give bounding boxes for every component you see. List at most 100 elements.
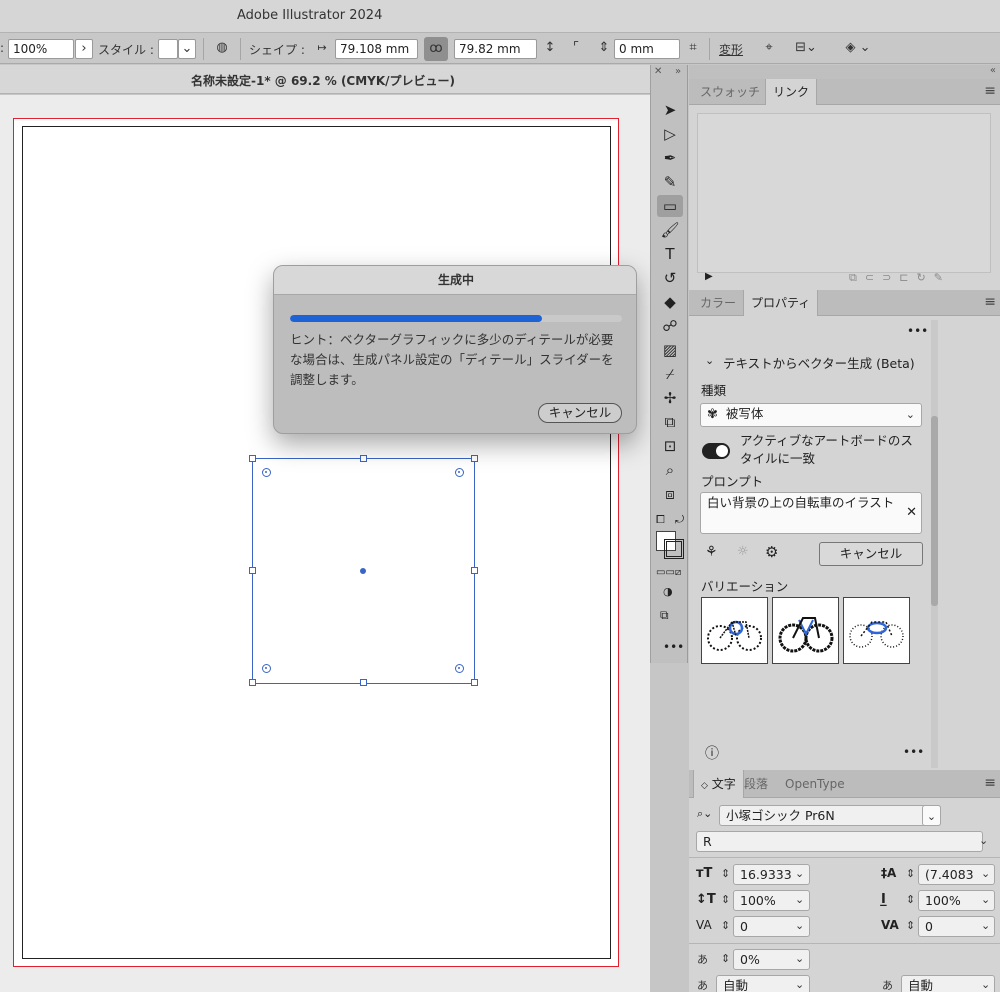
prompt-input[interactable]: 白い背景の上の自転車のイラスト ✕ <box>700 492 922 534</box>
chevron-down-icon[interactable]: ⌄ <box>795 893 804 906</box>
chevron-down-icon[interactable]: ⌄ <box>795 919 804 932</box>
resize-handle[interactable] <box>360 679 367 686</box>
stepper-icon[interactable]: ⇕ <box>721 867 730 880</box>
more-tools-icon[interactable]: ••• <box>663 640 684 654</box>
rectangle-tool-icon[interactable]: ▭ <box>657 195 683 217</box>
link-actions-icons[interactable]: ⧉⊂⊃⊏↻✎ <box>849 271 951 285</box>
eraser-tool-icon[interactable]: ◆ <box>657 291 683 313</box>
direct-selection-tool-icon[interactable]: ▷ <box>657 123 683 145</box>
tab-properties[interactable]: プロパティ <box>743 290 819 316</box>
tab-paragraph[interactable]: 段落 <box>737 770 775 798</box>
style-swatch[interactable] <box>158 39 178 59</box>
panel-menu-icon[interactable]: ≡ <box>984 294 996 310</box>
color-mode-icon[interactable]: ▭▭⧄ <box>656 567 681 578</box>
rotate-tool-icon[interactable]: ↺ <box>657 267 683 289</box>
align-icon[interactable]: ⌖ <box>759 38 779 58</box>
curvature-tool-icon[interactable]: ✎ <box>657 171 683 193</box>
width-field[interactable]: 79.108 mm <box>335 39 418 59</box>
tab-swatches[interactable]: スウォッチ <box>693 79 767 105</box>
chevron-down-icon[interactable]: ⌄ <box>795 867 804 880</box>
panel-menu-icon[interactable]: ≡ <box>984 775 996 791</box>
gradient-tool-icon[interactable]: ▨ <box>657 339 683 361</box>
scrollbar-track[interactable] <box>931 320 938 768</box>
style-picker-icon[interactable]: ⚘ <box>705 544 718 560</box>
chevron-down-icon[interactable]: ⌄ <box>981 919 990 932</box>
distribute-icon[interactable]: ⊟⌄ <box>790 38 822 58</box>
corner-widget[interactable] <box>262 468 271 477</box>
generate-cancel-button[interactable]: キャンセル <box>819 542 923 566</box>
font-style-field[interactable]: R <box>696 831 983 852</box>
eyedropper-tool-icon[interactable]: ⌿ <box>657 363 683 385</box>
zoom-field[interactable]: 100% <box>8 39 74 59</box>
chevron-down-icon[interactable]: ⌄ <box>981 893 990 906</box>
tab-color[interactable]: カラー <box>693 290 743 316</box>
stepper-icon[interactable]: ⇕ <box>721 893 730 906</box>
tab-links[interactable]: リンク <box>765 79 818 105</box>
resize-handle[interactable] <box>360 455 367 462</box>
info-icon[interactable]: ⓘ <box>705 743 719 763</box>
puppet-warp-tool-icon[interactable]: ☍ <box>657 315 683 337</box>
stepper-icon[interactable]: ⇕ <box>721 952 730 965</box>
default-colors-icon[interactable]: ⧠ <box>656 513 665 527</box>
chevron-down-icon[interactable]: ⌄ <box>795 952 804 965</box>
corner-widget[interactable] <box>455 664 464 673</box>
resize-handle[interactable] <box>471 679 478 686</box>
chevron-down-icon[interactable]: ⌄ <box>979 834 988 847</box>
corner-widget[interactable] <box>455 468 464 477</box>
shape-builder-tool-icon[interactable]: ⧉ <box>657 411 683 433</box>
zoom-tool-icon[interactable]: ⌕ <box>657 459 683 481</box>
type-tool-icon[interactable]: T <box>657 243 683 265</box>
variation-thumbnail[interactable] <box>843 597 910 664</box>
corner-type-icon[interactable]: ⌜ <box>566 38 586 58</box>
tab-opentype[interactable]: OpenType <box>778 770 852 798</box>
chevron-down-icon[interactable]: ⌄ <box>705 354 714 367</box>
stepper-icon[interactable]: ⇕ <box>906 867 915 880</box>
panel-menu-icon[interactable]: ≡ <box>984 83 996 99</box>
scrollbar-thumb[interactable] <box>931 416 938 606</box>
match-style-toggle[interactable] <box>702 443 730 459</box>
resize-handle[interactable] <box>249 455 256 462</box>
links-list[interactable] <box>697 113 991 273</box>
stepper-icon[interactable]: ⇕ <box>721 919 730 932</box>
variation-thumbnail[interactable] <box>772 597 839 664</box>
resize-handle[interactable] <box>471 567 478 574</box>
resize-handle[interactable] <box>249 679 256 686</box>
blend-tool-icon[interactable]: ✢ <box>657 387 683 409</box>
swap-colors-icon[interactable]: ⤾ <box>675 513 684 527</box>
fit-artboard-icon[interactable]: ⧈ <box>657 483 683 505</box>
corner-widget[interactable] <box>262 664 271 673</box>
stroke-swatch[interactable] <box>664 539 684 559</box>
variation-thumbnail[interactable] <box>701 597 768 664</box>
clear-icon[interactable]: ✕ <box>906 505 917 521</box>
stepper-icon[interactable]: ⇕ <box>596 38 612 58</box>
generative-icon[interactable]: ◈ ⌄ <box>838 38 878 58</box>
transform-link[interactable]: 変形 <box>719 41 743 58</box>
chevron-down-icon[interactable]: ⌄ <box>795 978 804 991</box>
pen-tool-icon[interactable]: ✒ <box>657 147 683 169</box>
stepper-icon[interactable]: ⇕ <box>906 919 915 932</box>
font-family-field[interactable]: 小塚ゴシック Pr6N <box>719 805 941 826</box>
type-dropdown[interactable]: ✾ 被写体 ⌄ <box>700 403 922 427</box>
link-icon[interactable]: ꝏ <box>424 37 448 61</box>
suggestion-icon[interactable]: ☼ <box>737 544 749 559</box>
dialog-cancel-button[interactable]: キャンセル <box>538 403 622 423</box>
chevron-down-icon[interactable]: ⌄ <box>922 805 941 826</box>
chevron-right-icon[interactable]: › <box>75 39 93 59</box>
screen-mode-icon[interactable]: ⧉ <box>660 608 669 623</box>
resize-handle[interactable] <box>249 567 256 574</box>
search-icon[interactable]: ⌕⌄ <box>697 807 712 821</box>
paintbrush-tool-icon[interactable]: 🖌 <box>657 219 683 241</box>
resize-handle[interactable] <box>471 455 478 462</box>
selection-tool-icon[interactable]: ➤ <box>657 99 683 121</box>
draw-mode-icon[interactable]: ◑ <box>663 585 673 598</box>
chevron-down-icon[interactable]: ⌄ <box>981 978 990 991</box>
corner-widget-icon[interactable]: ⌗ <box>684 38 702 58</box>
play-icon[interactable]: ▶ <box>705 271 713 282</box>
corner-radius-field[interactable]: 0 mm <box>614 39 680 59</box>
recolor-icon[interactable]: ◍ <box>212 38 232 58</box>
more-options-icon[interactable]: ••• <box>907 324 928 338</box>
collapse-icon[interactable]: » <box>675 66 681 77</box>
close-icon[interactable]: ✕ <box>654 66 662 77</box>
chevron-down-icon[interactable]: ⌄ <box>981 867 990 880</box>
height-field[interactable]: 79.82 mm <box>454 39 537 59</box>
